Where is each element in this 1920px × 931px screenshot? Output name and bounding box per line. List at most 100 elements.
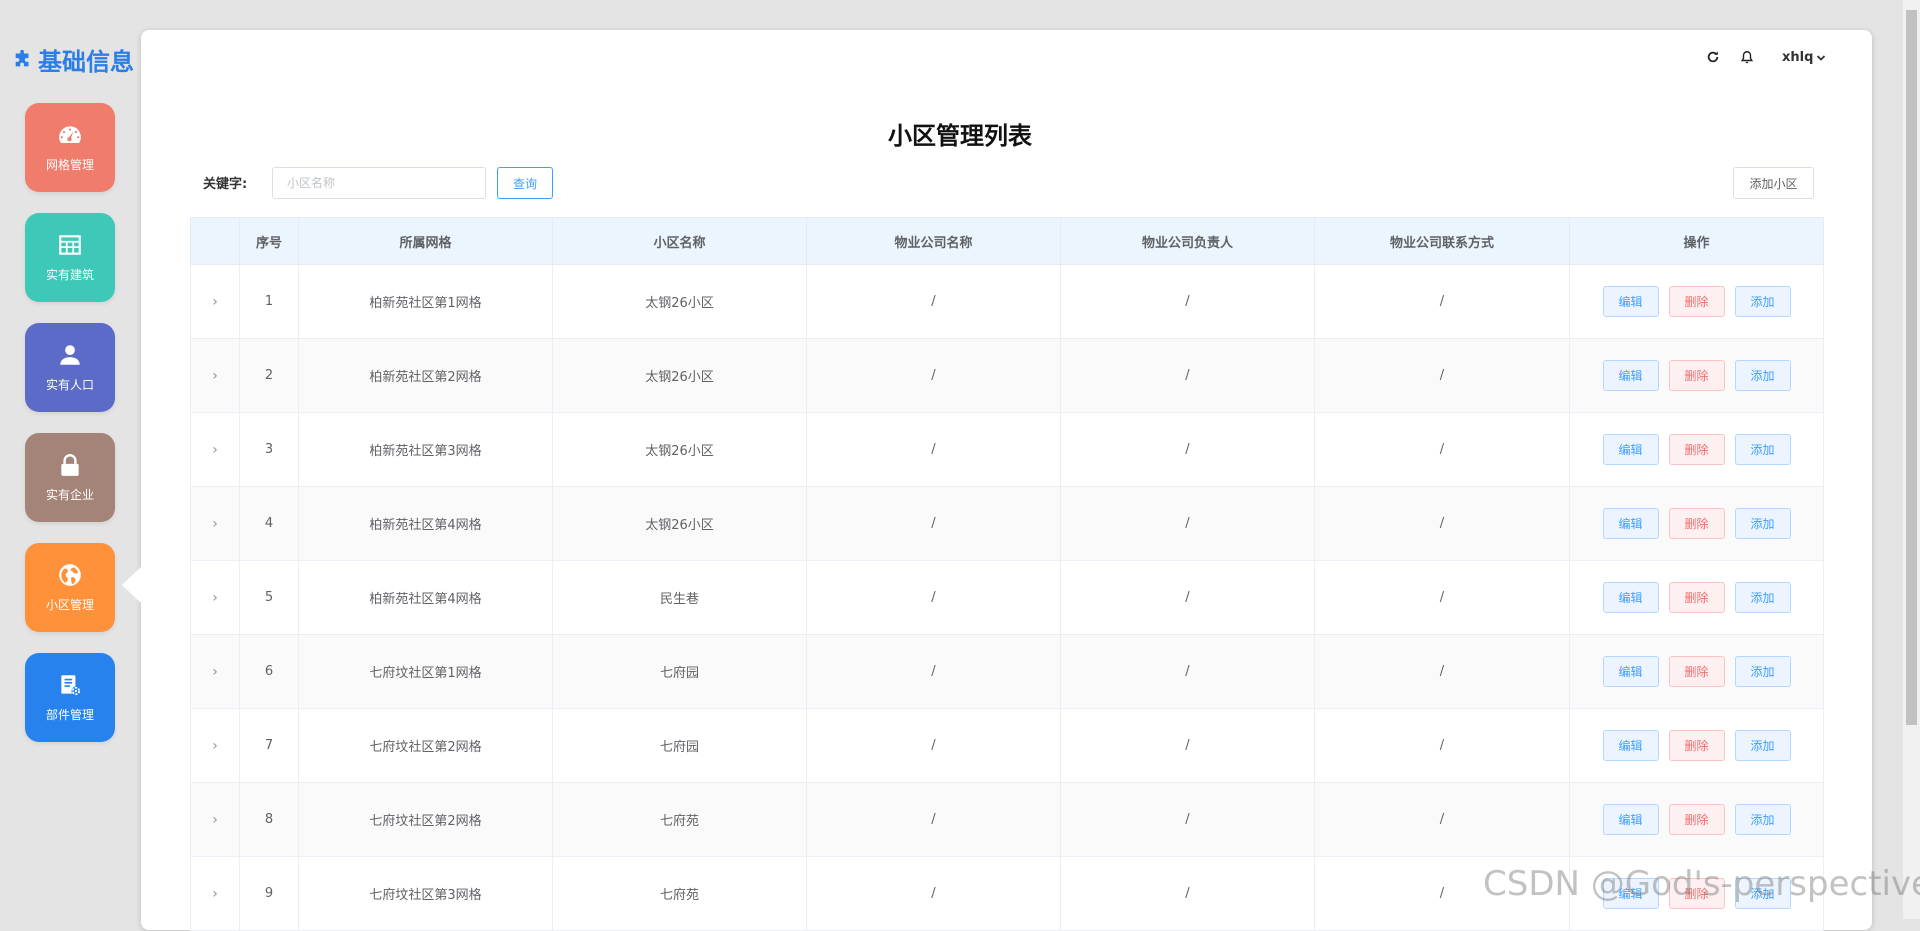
active-indicator-arrow [122, 566, 142, 604]
cell-community-name: 七府园 [552, 634, 807, 709]
edit-button[interactable]: 编辑 [1602, 360, 1659, 391]
chevron-right-icon[interactable]: › [212, 738, 218, 754]
cell-property-company: / [806, 412, 1061, 487]
cell-actions: 编辑 删除 添加 [1569, 560, 1824, 635]
edit-button[interactable]: 编辑 [1602, 508, 1659, 539]
community-name-search-input[interactable] [272, 167, 486, 199]
add-button[interactable]: 添加 [1734, 286, 1791, 317]
user-menu[interactable]: xhlq [1782, 50, 1826, 65]
chevron-down-icon [1817, 54, 1826, 61]
edit-button[interactable]: 编辑 [1602, 286, 1659, 317]
delete-button[interactable]: 删除 [1668, 434, 1725, 465]
column-header-grid: 所属网格 [298, 217, 553, 265]
delete-button[interactable]: 删除 [1668, 804, 1725, 835]
add-button[interactable]: 添加 [1734, 804, 1791, 835]
cell-property-company: / [806, 856, 1061, 931]
table-header-row: 序号 所属网格 小区名称 物业公司名称 物业公司负责人 物业公司联系方式 操作 [190, 217, 1824, 265]
cell-community-name: 太钢26小区 [552, 264, 807, 339]
column-header-property-manager: 物业公司负责人 [1060, 217, 1315, 265]
delete-button[interactable]: 删除 [1668, 582, 1725, 613]
chevron-right-icon[interactable]: › [212, 886, 218, 902]
sidebar-item-community-management[interactable]: 小区管理 [25, 543, 115, 632]
puzzle-icon [15, 49, 29, 67]
cell-actions: 编辑 删除 添加 [1569, 634, 1824, 709]
expand-cell[interactable]: › [190, 708, 240, 783]
cell-no: 1 [239, 264, 299, 339]
add-button[interactable]: 添加 [1734, 730, 1791, 761]
add-button[interactable]: 添加 [1734, 656, 1791, 687]
expand-cell[interactable]: › [190, 264, 240, 339]
watermark: CSDN @God's-perspective [1483, 864, 1920, 904]
add-button[interactable]: 添加 [1734, 360, 1791, 391]
cell-grid: 柏新苑社区第3网格 [298, 412, 553, 487]
page-title: 小区管理列表 [888, 122, 1032, 150]
delete-button[interactable]: 删除 [1668, 286, 1725, 317]
delete-button[interactable]: 删除 [1668, 730, 1725, 761]
chevron-right-icon[interactable]: › [212, 368, 218, 384]
cell-community-name: 太钢26小区 [552, 412, 807, 487]
delete-button[interactable]: 删除 [1668, 360, 1725, 391]
add-community-button[interactable]: 添加小区 [1733, 167, 1814, 199]
cell-property-manager: / [1060, 782, 1315, 857]
sidebar-item-label: 部件管理 [45, 708, 94, 722]
table-row: › 7 七府坟社区第2网格 七府园 / / / 编辑 删除 添加 [190, 708, 1824, 783]
cell-community-name: 七府园 [552, 708, 807, 783]
column-header-community-name: 小区名称 [552, 217, 807, 265]
user-name: xhlq [1782, 50, 1814, 65]
document-gear-icon [61, 675, 81, 696]
query-button[interactable]: 查询 [497, 167, 553, 199]
scrollbar-thumb[interactable] [1906, 10, 1917, 725]
edit-button[interactable]: 编辑 [1602, 582, 1659, 613]
sidebar-item-enterprises[interactable]: 实有企业 [25, 433, 115, 522]
sidebar-item-population[interactable]: 实有人口 [25, 323, 115, 412]
edit-button[interactable]: 编辑 [1602, 730, 1659, 761]
cell-actions: 编辑 删除 添加 [1569, 486, 1824, 561]
table-grid-icon [59, 235, 81, 255]
table-row: › 3 柏新苑社区第3网格 太钢26小区 / / / 编辑 删除 添加 [190, 412, 1824, 487]
chevron-right-icon[interactable]: › [212, 442, 218, 458]
sidebar-item-buildings[interactable]: 实有建筑 [25, 213, 115, 302]
edit-button[interactable]: 编辑 [1602, 804, 1659, 835]
expand-cell[interactable]: › [190, 486, 240, 561]
add-button[interactable]: 添加 [1734, 434, 1791, 465]
delete-button[interactable]: 删除 [1668, 656, 1725, 687]
chevron-right-icon[interactable]: › [212, 294, 218, 310]
expand-cell[interactable]: › [190, 560, 240, 635]
table-row: › 4 柏新苑社区第4网格 太钢26小区 / / / 编辑 删除 添加 [190, 486, 1824, 561]
cell-no: 4 [239, 486, 299, 561]
cell-community-name: 太钢26小区 [552, 338, 807, 413]
sidebar-item-label: 实有企业 [45, 488, 94, 502]
sidebar-item-label: 实有建筑 [45, 268, 94, 282]
cell-no: 9 [239, 856, 299, 931]
expand-cell[interactable]: › [190, 782, 240, 857]
cell-actions: 编辑 删除 添加 [1569, 338, 1824, 413]
cell-no: 7 [239, 708, 299, 783]
brand-title: 基础信息 [38, 47, 134, 76]
column-header-expand [190, 217, 240, 265]
expand-cell[interactable]: › [190, 856, 240, 931]
add-button[interactable]: 添加 [1734, 582, 1791, 613]
chevron-right-icon[interactable]: › [212, 664, 218, 680]
chevron-right-icon[interactable]: › [212, 590, 218, 606]
table-row: › 8 七府坟社区第2网格 七府苑 / / / 编辑 删除 添加 [190, 782, 1824, 857]
chevron-right-icon[interactable]: › [212, 516, 218, 532]
refresh-icon[interactable] [1706, 50, 1720, 64]
chevron-right-icon[interactable]: › [212, 812, 218, 828]
edit-button[interactable]: 编辑 [1602, 656, 1659, 687]
expand-cell[interactable]: › [190, 634, 240, 709]
cell-community-name: 太钢26小区 [552, 486, 807, 561]
bell-icon[interactable] [1740, 50, 1754, 64]
cell-property-manager: / [1060, 856, 1315, 931]
column-header-no: 序号 [239, 217, 299, 265]
sidebar-item-components[interactable]: 部件管理 [25, 653, 115, 742]
delete-button[interactable]: 删除 [1668, 508, 1725, 539]
cell-community-name: 民生巷 [552, 560, 807, 635]
table-row: › 5 柏新苑社区第4网格 民生巷 / / / 编辑 删除 添加 [190, 560, 1824, 635]
expand-cell[interactable]: › [190, 412, 240, 487]
keyword-label: 关键字: [203, 177, 248, 192]
cell-no: 2 [239, 338, 299, 413]
cell-property-contact: / [1314, 634, 1570, 709]
expand-cell[interactable]: › [190, 338, 240, 413]
add-button[interactable]: 添加 [1734, 508, 1791, 539]
edit-button[interactable]: 编辑 [1602, 434, 1659, 465]
